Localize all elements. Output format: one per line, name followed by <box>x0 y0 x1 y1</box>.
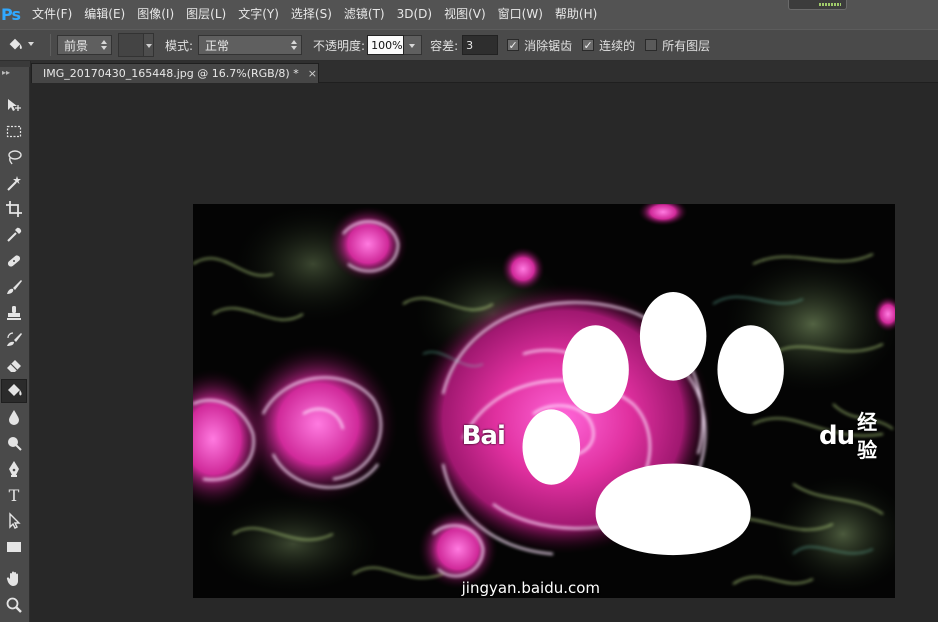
chevron-down-icon <box>28 42 34 46</box>
ps-logo: Ps <box>1 5 21 24</box>
baidu-watermark: Bai du 经验 jingyan.baidu.com <box>462 292 885 596</box>
tolerance-input[interactable]: 3 <box>462 35 499 55</box>
menu-layer[interactable]: 图层(L) <box>180 0 232 29</box>
contiguous-checkbox[interactable]: ✓ <box>582 39 595 51</box>
hand-tool[interactable] <box>1 567 27 591</box>
workspace-switcher[interactable] <box>788 0 847 10</box>
pattern-swatch[interactable] <box>118 33 144 57</box>
baidu-logo-cn: 经验 <box>857 410 877 462</box>
shape-tool[interactable] <box>1 535 27 559</box>
antialias-checkbox[interactable]: ✓ <box>507 39 520 51</box>
dodge-tool[interactable] <box>1 431 27 455</box>
fill-source-value: 前景 <box>64 38 89 53</box>
menu-bar: Ps 文件(F) 编辑(E) 图像(I) 图层(L) 文字(Y) 选择(S) 滤… <box>0 0 938 29</box>
opacity-input[interactable]: 100% <box>367 35 405 55</box>
close-icon[interactable]: × <box>308 67 317 80</box>
lasso-tool[interactable] <box>1 145 27 169</box>
collapse-icon[interactable]: ▸▸ <box>0 67 30 81</box>
lasso-icon <box>8 150 22 165</box>
document-tab-bar: IMG_20170430_165448.jpg @ 16.7%(RGB/8) *… <box>31 61 938 83</box>
fill-source-select[interactable]: 前景 <box>57 35 112 55</box>
stamp-icon <box>7 306 21 320</box>
type-icon: T <box>8 485 20 505</box>
up-down-icon <box>291 40 298 50</box>
contiguous-label: 连续的 <box>599 38 636 53</box>
menu-edit[interactable]: 编辑(E) <box>78 0 131 29</box>
history-brush-tool[interactable] <box>1 327 27 351</box>
brush-icon <box>7 280 22 294</box>
antialias-label: 消除锯齿 <box>524 38 573 53</box>
document-canvas[interactable]: Bai du 经验 jingyan.baidu.com <box>193 204 895 598</box>
menu-type[interactable]: 文字(Y) <box>232 0 285 29</box>
eyedropper-icon <box>7 227 22 242</box>
baidu-logo: Bai du 经验 <box>462 292 885 580</box>
options-bar: 前景 模式: 正常 不透明度: 100% 容差: 3 ✓ 消除锯齿 ✓ 连续的 … <box>0 29 938 61</box>
magic-wand-icon <box>7 176 21 191</box>
all-layers-checkbox[interactable] <box>645 39 658 51</box>
marquee-tool[interactable] <box>1 119 27 143</box>
level-bars <box>819 3 841 6</box>
all-layers-label: 所有图层 <box>662 38 711 53</box>
clone-stamp-tool[interactable] <box>1 301 27 325</box>
contiguous-option[interactable]: ✓ 连续的 <box>582 37 635 54</box>
menu-file[interactable]: 文件(F) <box>26 0 78 29</box>
up-down-icon <box>101 40 107 50</box>
all-layers-option[interactable]: 所有图层 <box>645 37 710 54</box>
drop-icon <box>9 410 19 425</box>
eraser-icon <box>7 360 21 372</box>
dodge-icon <box>8 437 22 451</box>
brush-tool[interactable] <box>1 275 27 299</box>
path-selection-tool[interactable] <box>1 509 27 533</box>
rect-marquee-icon <box>6 125 22 138</box>
paint-bucket-icon <box>8 384 22 396</box>
paint-bucket-icon <box>9 38 22 50</box>
arrow-icon <box>9 512 21 529</box>
tolerance-label: 容差: <box>430 38 459 53</box>
paint-bucket-tool[interactable] <box>1 379 27 403</box>
pen-tool[interactable] <box>1 457 27 481</box>
history-brush-icon <box>7 332 22 346</box>
blend-mode-select[interactable]: 正常 <box>198 35 303 55</box>
blend-mode-value: 正常 <box>205 38 230 53</box>
eraser-tool[interactable] <box>1 353 27 377</box>
baidu-url: jingyan.baidu.com <box>461 579 601 597</box>
menu-select[interactable]: 选择(S) <box>285 0 338 29</box>
pattern-dropdown-button[interactable] <box>144 33 154 57</box>
rectangle-icon <box>7 542 21 552</box>
crop-icon <box>6 201 22 217</box>
document-title: IMG_20170430_165448.jpg @ 16.7%(RGB/8) * <box>43 67 299 80</box>
move-tool[interactable] <box>1 93 27 117</box>
separator <box>50 34 51 56</box>
menu-image[interactable]: 图像(I) <box>131 0 180 29</box>
opacity-dropdown-button[interactable] <box>404 35 423 55</box>
opacity-label: 不透明度: <box>313 38 366 53</box>
menu-3d[interactable]: 3D(D) <box>391 0 438 29</box>
hand-icon <box>6 571 18 586</box>
eyedropper-tool[interactable] <box>1 223 27 247</box>
menu-view[interactable]: 视图(V) <box>438 0 492 29</box>
paw-icon <box>522 292 784 556</box>
mode-label: 模式: <box>165 38 194 53</box>
photoshop-window: Ps 文件(F) 编辑(E) 图像(I) 图层(L) 文字(Y) 选择(S) 滤… <box>0 0 938 622</box>
pen-icon <box>9 461 19 477</box>
magic-wand-tool[interactable] <box>1 171 27 195</box>
crop-tool[interactable] <box>1 197 27 221</box>
canvas-area[interactable]: Bai du 经验 jingyan.baidu.com <box>31 83 938 622</box>
zoom-tool[interactable] <box>1 593 27 617</box>
baidu-logo-text-a: Bai <box>461 421 506 451</box>
menu-filter[interactable]: 滤镜(T) <box>338 0 391 29</box>
baidu-logo-text-b: du <box>819 421 855 451</box>
menu-window[interactable]: 窗口(W) <box>492 0 549 29</box>
menu-help[interactable]: 帮助(H) <box>549 0 603 29</box>
bandage-icon <box>7 255 21 267</box>
antialias-option[interactable]: ✓ 消除锯齿 <box>507 37 572 54</box>
tools-panel: ▸▸ T <box>0 61 30 622</box>
healing-brush-tool[interactable] <box>1 249 27 273</box>
blur-tool[interactable] <box>1 405 27 429</box>
move-icon <box>8 99 21 111</box>
type-tool[interactable]: T <box>1 483 27 507</box>
zoom-icon <box>6 597 22 613</box>
tool-preset-picker[interactable] <box>0 29 38 61</box>
document-tab[interactable]: IMG_20170430_165448.jpg @ 16.7%(RGB/8) *… <box>31 63 319 83</box>
